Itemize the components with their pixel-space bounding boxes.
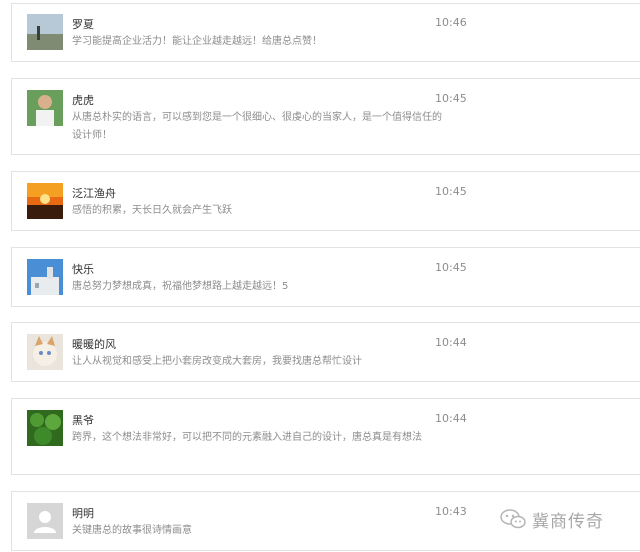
commenter-name[interactable]: 快乐 <box>72 261 94 277</box>
comment-text: 学习能提高企业活力！能让企业越走越远！给唐总点赞！ <box>72 36 322 47</box>
comment-time: 10:44 <box>435 412 467 425</box>
comment-text: 感悟的积累，天长日久就会产生飞跃 <box>72 205 232 216</box>
comment-text: 唐总努力梦想成真，祝福他梦想路上越走越远！5 <box>72 281 289 292</box>
default-user-avatar[interactable] <box>27 503 63 539</box>
comment-text: 从唐总朴实的语言，可以感到您是一个很细心、很虔心的当家人，是一个值得信任的设计师… <box>72 112 442 141</box>
town-avatar[interactable] <box>27 259 63 295</box>
comment-card: 暖暖的风 10:44 让人从视觉和感受上把小套房改变成大套房，我要找唐总帮忙设计 <box>11 322 640 382</box>
comment-card: 快乐 10:45 唐总努力梦想成真，祝福他梦想路上越走越远！5 <box>11 247 640 307</box>
comment-card: 虎虎 10:45 从唐总朴实的语言，可以感到您是一个很细心、很虔心的当家人，是一… <box>11 78 640 155</box>
landscape-avatar[interactable] <box>27 14 63 50</box>
sunset-avatar[interactable] <box>27 183 63 219</box>
commenter-name[interactable]: 暖暖的风 <box>72 336 116 352</box>
commenter-name[interactable]: 虎虎 <box>72 92 94 108</box>
commenter-name[interactable]: 泛江渔舟 <box>72 185 116 201</box>
comment-time: 10:45 <box>435 261 467 274</box>
commenter-name[interactable]: 罗夏 <box>72 16 94 32</box>
kitten-avatar[interactable] <box>27 334 63 370</box>
comment-text: 关键唐总的故事很诗情画意 <box>72 525 192 536</box>
commenter-name[interactable]: 明明 <box>72 505 94 521</box>
comment-card: 泛江渔舟 10:45 感悟的积累，天长日久就会产生飞跃 <box>11 171 640 231</box>
comment-time: 10:43 <box>435 505 467 518</box>
comment-card: 黑爷 10:44 跨界，这个想法非常好，可以把不同的元素融入进自己的设计，唐总真… <box>11 398 640 475</box>
commenter-name[interactable]: 黑爷 <box>72 412 94 428</box>
plant-avatar[interactable] <box>27 410 63 446</box>
comment-card: 罗夏 10:46 学习能提高企业活力！能让企业越走越远！给唐总点赞！ <box>11 3 640 62</box>
comment-time: 10:45 <box>435 185 467 198</box>
comment-time: 10:46 <box>435 16 467 29</box>
person-avatar[interactable] <box>27 90 63 126</box>
watermark-text: 冀商传奇 <box>532 511 604 532</box>
comment-time: 10:44 <box>435 336 467 349</box>
comment-text: 跨界，这个想法非常好，可以把不同的元素融入进自己的设计，唐总真是有想法 <box>72 432 422 443</box>
watermark: 冀商传奇 <box>500 508 604 532</box>
comment-text: 让人从视觉和感受上把小套房改变成大套房，我要找唐总帮忙设计 <box>72 356 362 367</box>
comment-time: 10:45 <box>435 92 467 105</box>
wechat-icon <box>500 509 526 529</box>
